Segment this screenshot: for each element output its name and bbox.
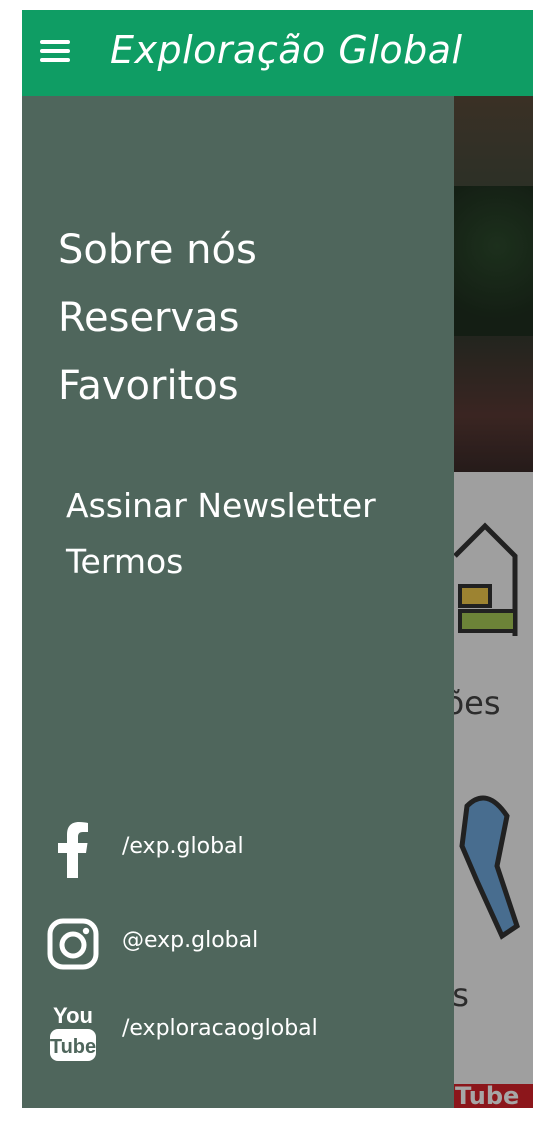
- svg-text:You: You: [53, 1003, 93, 1028]
- menu-item-sobre-nos[interactable]: Sobre nós: [58, 216, 257, 284]
- social-instagram-link[interactable]: @exp.global: [46, 914, 446, 974]
- navigation-drawer: Sobre nós Reservas Favoritos Assinar New…: [22, 96, 454, 1108]
- app-bar: Exploração Global: [22, 10, 533, 96]
- facebook-icon: [46, 820, 100, 880]
- hamburger-menu-icon[interactable]: [40, 38, 70, 64]
- social-facebook-link[interactable]: /exp.global: [46, 820, 446, 880]
- menu-item-termos[interactable]: Termos: [66, 534, 376, 590]
- menu-item-reservas[interactable]: Reservas: [58, 284, 257, 352]
- youtube-handle: /exploracaoglobal: [122, 1016, 318, 1041]
- instagram-handle: @exp.global: [122, 928, 259, 953]
- youtube-icon: You Tube: [46, 1002, 100, 1062]
- menu-item-favoritos[interactable]: Favoritos: [58, 352, 257, 420]
- menu-item-newsletter[interactable]: Assinar Newsletter: [66, 478, 376, 534]
- instagram-icon: [46, 914, 100, 974]
- drawer-main-menu: Sobre nós Reservas Favoritos: [58, 216, 257, 420]
- facebook-handle: /exp.global: [122, 834, 244, 859]
- screen: Exploração Global ções ns Tube Sobre nós…: [22, 10, 533, 1108]
- drawer-secondary-menu: Assinar Newsletter Termos: [66, 478, 376, 590]
- social-youtube-link[interactable]: You Tube /exploracaoglobal: [46, 1002, 446, 1062]
- app-title: Exploração Global: [110, 28, 463, 72]
- svg-text:Tube: Tube: [50, 1036, 96, 1058]
